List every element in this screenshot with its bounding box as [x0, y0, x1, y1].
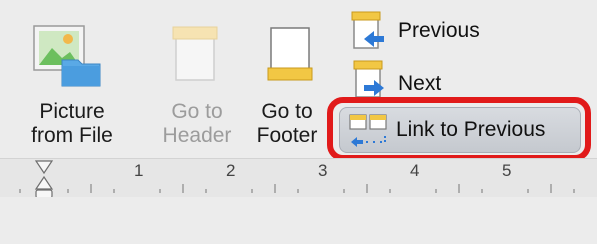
- go-to-footer-label: Go to Footer: [247, 100, 327, 148]
- footer-page-icon: [263, 24, 319, 92]
- link-to-previous-label: Link to Previous: [396, 118, 546, 141]
- go-to-header-label: Go to Header: [152, 100, 242, 148]
- picture-from-file-button[interactable]: Picture from File: [22, 0, 122, 158]
- ruler-number: 2: [226, 161, 236, 180]
- footer-label-line1: Go to: [261, 100, 313, 123]
- picture-icon: [32, 24, 104, 94]
- header-label-line1: Go to: [171, 100, 223, 123]
- picture-label-line2: from File: [31, 124, 113, 147]
- previous-label: Previous: [398, 19, 480, 42]
- header-page-icon: [168, 24, 224, 92]
- header-label-line2: Header: [162, 124, 232, 147]
- picture-from-file-label: Picture from File: [22, 100, 122, 148]
- ruler-number: 5: [502, 161, 512, 180]
- ruler-number: 1: [134, 161, 144, 180]
- footer-label-line2: Footer: [256, 124, 318, 147]
- link-to-previous-button[interactable]: Link to Previous: [339, 107, 581, 153]
- document-area: [0, 197, 597, 244]
- previous-section-icon: [348, 11, 388, 59]
- picture-label-line1: Picture: [39, 100, 105, 123]
- link-to-previous-icon: [349, 114, 389, 153]
- ruler-number: 4: [410, 161, 420, 180]
- indent-marker: [34, 160, 54, 197]
- go-to-header-button[interactable]: Go to Header: [152, 0, 242, 158]
- horizontal-ruler[interactable]: 1 2 3 4 5: [0, 158, 597, 198]
- ruler-number: 3: [318, 161, 328, 180]
- go-to-footer-button[interactable]: Go to Footer: [247, 0, 327, 158]
- ribbon: Picture from File Go to Header Go to Foo…: [0, 0, 597, 161]
- next-label: Next: [398, 72, 442, 95]
